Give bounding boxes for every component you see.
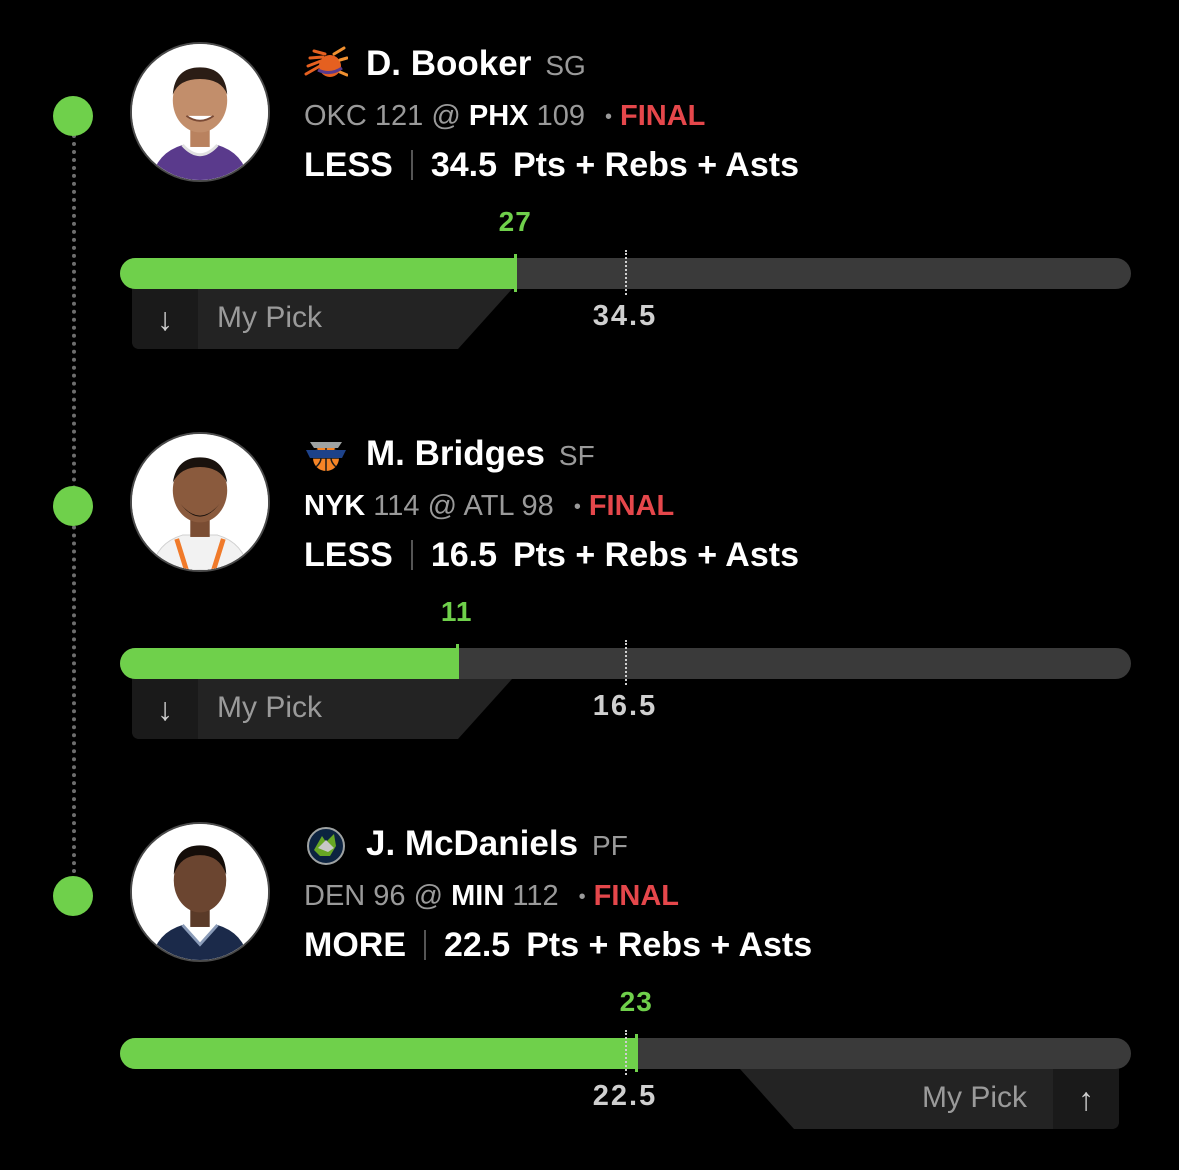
actual-value: 27 (498, 206, 532, 237)
timeline-dot (53, 486, 93, 526)
line-value: 16.5 (592, 690, 658, 722)
at-symbol: @ (413, 880, 444, 912)
player-avatar (130, 42, 270, 182)
line-marker (625, 1030, 627, 1075)
prop-line: LESS 34.5 Pts + Rebs + Asts (304, 146, 799, 185)
game-score-line: OKC 121 @ PHX 109 • FINAL (304, 100, 705, 133)
separator-dot: • (604, 105, 612, 128)
home-score: 109 (536, 100, 585, 132)
progress-fill (120, 258, 516, 289)
player-name: M. Bridges SF (366, 434, 595, 473)
pick-direction: LESS (304, 146, 393, 184)
separator-dot: • (578, 885, 586, 908)
prop-line-value: 16.5 (430, 536, 497, 574)
away-score: 121 (374, 100, 424, 132)
at-symbol: @ (427, 490, 458, 522)
prop-line-value: 34.5 (430, 146, 497, 184)
prop-stat: Pts + Rebs + Asts (526, 926, 813, 964)
home-team: PHX (468, 100, 529, 132)
player-position: SG (545, 50, 586, 81)
timberwolves-logo-icon (304, 826, 348, 866)
game-score-line: DEN 96 @ MIN 112 • FINAL (304, 880, 679, 913)
pick-card[interactable]: M. Bridges SF NYK 114 @ ATL 98 • FINAL LESS… (0, 390, 1179, 780)
separator-dot: • (573, 495, 581, 518)
progress-fill-edge (455, 644, 459, 682)
actual-value: 23 (619, 986, 653, 1017)
arrow-down-icon: ↓ (157, 690, 173, 727)
my-pick-label: My Pick (922, 1081, 1027, 1114)
prop-divider (410, 540, 413, 570)
player-avatar (130, 822, 270, 962)
away-team: DEN (304, 880, 366, 912)
player-position: SF (558, 440, 595, 471)
prop-divider (410, 150, 413, 180)
home-team: MIN (451, 880, 505, 912)
prop-stat: Pts + Rebs + Asts (513, 146, 799, 184)
home-score: 112 (512, 880, 559, 912)
game-score-line: NYK 114 @ ATL 98 • FINAL (304, 490, 674, 523)
my-pick-tab[interactable]: ↓ My Pick (132, 289, 512, 349)
player-position: PF (592, 830, 628, 861)
pick-direction: LESS (304, 536, 393, 574)
game-status: FINAL (619, 100, 706, 132)
knicks-logo-icon (304, 436, 348, 476)
away-score: 114 (373, 490, 420, 522)
home-team: ATL (463, 490, 514, 522)
prop-line-value: 22.5 (444, 926, 511, 964)
line-marker (625, 250, 627, 295)
progress-fill-edge (635, 1034, 639, 1072)
my-pick-label: My Pick (217, 691, 322, 724)
away-score: 96 (373, 880, 406, 912)
player-avatar (130, 432, 270, 572)
game-status: FINAL (593, 880, 679, 912)
player-name: J. McDaniels PF (366, 824, 628, 863)
progress-fill (120, 1038, 637, 1069)
at-symbol: @ (431, 100, 461, 132)
away-team: OKC (304, 100, 367, 132)
my-pick-tab[interactable]: ↑ My Pick (740, 1069, 1119, 1129)
home-score: 98 (521, 490, 554, 522)
line-value: 34.5 (592, 300, 658, 332)
prop-divider (424, 930, 426, 960)
my-pick-tab[interactable]: ↓ My Pick (132, 679, 512, 739)
progress-fill-edge (514, 254, 518, 292)
actual-value: 11 (440, 596, 473, 627)
pick-direction: MORE (304, 926, 406, 964)
my-pick-label: My Pick (217, 301, 322, 334)
line-marker (625, 640, 627, 685)
player-name: D. Booker SG (366, 44, 586, 83)
prop-stat: Pts + Rebs + Asts (513, 536, 799, 574)
line-value: 22.5 (592, 1080, 658, 1112)
arrow-down-icon: ↓ (157, 300, 173, 337)
timeline-dot (53, 96, 93, 136)
away-team: NYK (304, 490, 366, 522)
game-status: FINAL (588, 490, 675, 522)
prop-line: LESS 16.5 Pts + Rebs + Asts (304, 536, 799, 575)
timeline-dot (53, 876, 93, 916)
pick-card[interactable]: J. McDaniels PF DEN 96 @ MIN 112 • FINAL MO… (0, 780, 1179, 1170)
prop-line: MORE 22.5 Pts + Rebs + Asts (304, 926, 812, 965)
arrow-up-icon: ↑ (1078, 1080, 1094, 1117)
suns-logo-icon (304, 46, 349, 86)
progress-fill (120, 648, 457, 679)
pick-card[interactable]: D. Booker SG OKC 121 @ PHX 109 • FINAL LESS… (0, 0, 1179, 390)
